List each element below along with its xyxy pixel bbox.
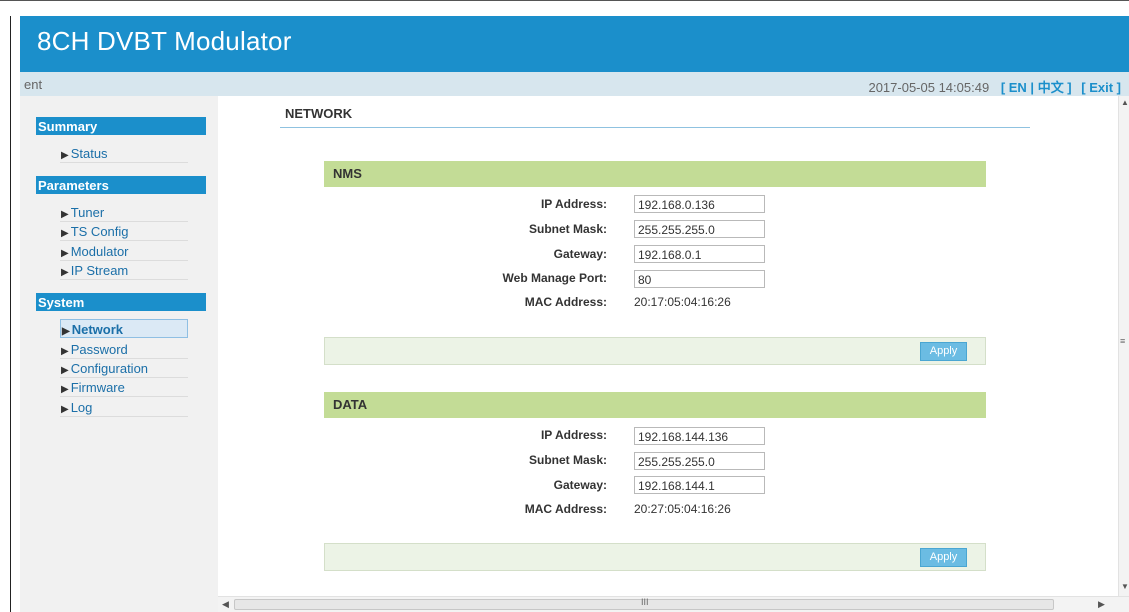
sidebar-item-log[interactable]: ▶ Log (60, 398, 188, 417)
triangle-right-icon: ▶ (61, 365, 69, 376)
sidebar-item-modulator[interactable]: ▶ Modulator (60, 242, 188, 261)
scroll-down-icon[interactable]: ▼ (1121, 582, 1129, 591)
nms-mac-value: 20:17:05:04:16:26 (634, 295, 731, 309)
nms-group-header: NMS (324, 161, 986, 187)
nms-subnet-input[interactable] (634, 220, 765, 238)
data-group-header: DATA (324, 392, 986, 418)
nms-ip-label: IP Address: (540, 197, 607, 211)
vertical-scrollbar[interactable]: ▲ ≡ ▼ (1118, 96, 1129, 596)
nms-gateway-label: Gateway: (553, 247, 607, 261)
nms-gateway-input[interactable] (634, 245, 765, 263)
datetime: 2017-05-05 14:05:49 (868, 80, 990, 95)
nms-action-bar: Apply (324, 337, 986, 365)
scroll-left-icon[interactable]: ◀ (222, 599, 229, 610)
exit-link[interactable]: [ Exit ] (1081, 80, 1121, 95)
triangle-right-icon: ▶ (61, 267, 69, 278)
title-divider (280, 127, 1030, 128)
sidebar-section-summary: Summary (36, 117, 206, 135)
data-subnet-label: Subnet Mask: (528, 453, 607, 467)
triangle-right-icon: ▶ (61, 404, 69, 415)
sidebar-item-tuner[interactable]: ▶ Tuner (60, 203, 188, 222)
data-gateway-input[interactable] (634, 476, 765, 494)
data-apply-button[interactable]: Apply (920, 548, 967, 567)
top-border (0, 0, 1129, 1)
info-bar-right: 2017-05-05 14:05:49 [ EN | 中文 ] [ Exit ] (868, 77, 1121, 96)
main-content: NETWORK NMS IP Address: Subnet Mask: Gat… (218, 96, 1118, 596)
sidebar-item-label: Firmware (70, 380, 125, 395)
scroll-grip-icon: ≡ (1120, 336, 1126, 346)
data-action-bar: Apply (324, 543, 986, 571)
nms-port-input[interactable] (634, 270, 765, 288)
sidebar-item-configuration[interactable]: ▶ Configuration (60, 359, 188, 378)
nms-subnet-label: Subnet Mask: (528, 222, 607, 236)
data-ip-input[interactable] (634, 427, 765, 445)
scroll-up-icon[interactable]: ▲ (1121, 98, 1129, 107)
scroll-right-icon[interactable]: ▶ (1098, 599, 1105, 610)
sidebar-item-label: Log (70, 400, 93, 415)
nms-port-label: Web Manage Port: (502, 271, 607, 285)
app-header: 8CH DVBT Modulator (20, 16, 1129, 72)
info-bar-left-text: ent (24, 77, 43, 92)
triangle-right-icon: ▶ (62, 326, 70, 337)
triangle-right-icon: ▶ (61, 346, 69, 357)
triangle-right-icon: ▶ (61, 150, 69, 161)
sidebar-item-label: Network (71, 322, 123, 337)
sidebar-item-label: Status (70, 146, 108, 161)
sidebar-item-password[interactable]: ▶ Password (60, 340, 188, 359)
info-bar: ent 2017-05-05 14:05:49 [ EN | 中文 ] [ Ex… (20, 72, 1129, 96)
sidebar-item-label: Modulator (70, 244, 129, 259)
sidebar-item-label: TS Config (70, 224, 129, 239)
data-mac-value: 20:27:05:04:16:26 (634, 502, 731, 516)
triangle-right-icon: ▶ (61, 248, 69, 259)
page-title: NETWORK (285, 106, 353, 121)
sidebar-item-firmware[interactable]: ▶ Firmware (60, 378, 188, 397)
sidebar-item-network[interactable]: ▶ Network (60, 319, 188, 338)
sidebar-item-ts-config[interactable]: ▶ TS Config (60, 222, 188, 241)
sidebar-section-system: System (36, 293, 206, 311)
sidebar-section-parameters: Parameters (36, 176, 206, 194)
data-ip-label: IP Address: (540, 428, 607, 442)
nms-mac-label: MAC Address: (524, 295, 607, 309)
triangle-right-icon: ▶ (61, 384, 69, 395)
sidebar-item-status[interactable]: ▶ Status (60, 144, 188, 163)
horizontal-scrollbar[interactable]: ◀ III ▶ (218, 596, 1129, 612)
lang-en-link[interactable]: [ EN | (1001, 80, 1034, 95)
sidebar-item-label: Tuner (70, 205, 105, 220)
triangle-right-icon: ▶ (61, 228, 69, 239)
lang-cn-link[interactable]: 中文 ] (1038, 80, 1072, 95)
app-title: 8CH DVBT Modulator (37, 26, 292, 56)
sidebar: Summary ▶ Status Parameters ▶ Tuner ▶ TS Co… (20, 96, 218, 612)
sidebar-item-ip-stream[interactable]: ▶ IP Stream (60, 261, 188, 280)
nms-ip-input[interactable] (634, 195, 765, 213)
nms-apply-button[interactable]: Apply (920, 342, 967, 361)
sidebar-item-label: Password (70, 342, 128, 357)
data-subnet-input[interactable] (634, 452, 765, 470)
left-border (10, 16, 11, 612)
data-gateway-label: Gateway: (553, 478, 607, 492)
sidebar-item-label: IP Stream (70, 263, 129, 278)
data-mac-label: MAC Address: (524, 502, 607, 516)
triangle-right-icon: ▶ (61, 209, 69, 220)
sidebar-item-label: Configuration (70, 361, 149, 376)
scroll-grip-icon: III (641, 597, 649, 607)
